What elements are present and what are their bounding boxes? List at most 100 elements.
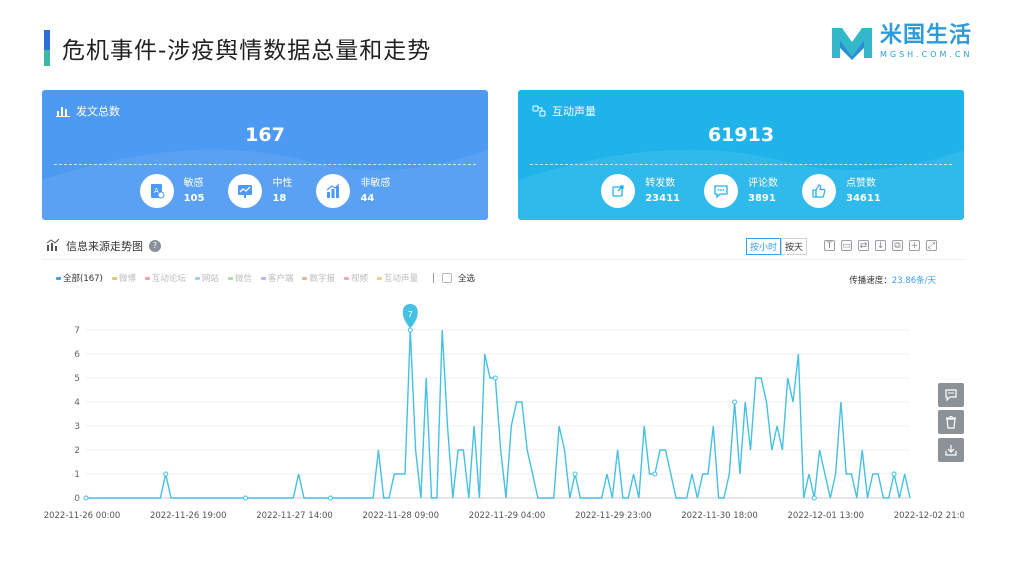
legend-swatch	[302, 276, 308, 280]
text-icon[interactable]: T	[824, 240, 835, 251]
legend-item[interactable]: 客户端	[260, 272, 294, 284]
metric-comments: 评论数 3891	[704, 174, 778, 208]
image-icon[interactable]: ▭	[841, 240, 852, 251]
card-interaction-total-value: 61913	[707, 124, 775, 146]
legend-item[interactable]: 微信	[227, 272, 252, 284]
metric-neutral-value: 18	[272, 193, 287, 204]
page-title: 危机事件-涉疫舆情数据总量和走势	[62, 38, 432, 64]
data-point-marker	[492, 375, 498, 381]
series-line	[86, 329, 911, 499]
data-point-marker	[407, 327, 413, 333]
legend-item[interactable]: 全部(167)	[56, 272, 103, 284]
card-divider	[54, 164, 476, 165]
chart-toolbar: T ▭ ⇄ ↓ ⧉ + ⤢	[818, 240, 937, 251]
legend-label: 微信	[234, 274, 252, 284]
metric-sensitive-label: 敏感	[183, 178, 204, 189]
line-chart-icon	[46, 238, 60, 254]
legend-item[interactable]: 数字报	[302, 272, 335, 284]
peak-label: 7	[408, 310, 413, 319]
metric-neutral-label: 中性	[272, 178, 293, 189]
y-tick-label: 0	[74, 494, 80, 504]
metric-sensitive-value: 105	[183, 193, 205, 204]
granularity-toggle: 按小时 按天	[746, 238, 808, 255]
y-tick-label: 1	[74, 470, 80, 480]
y-tick-label: 2	[74, 446, 80, 456]
title-accent-bar	[44, 30, 50, 66]
x-tick-label: 2022-11-27 14:00	[256, 511, 333, 521]
x-tick-label: 2022-12-01 13:00	[787, 511, 864, 521]
download-icon[interactable]: ↓	[875, 240, 886, 251]
legend-separator	[432, 273, 434, 283]
comment-icon	[704, 174, 738, 208]
legend-swatch	[343, 276, 349, 280]
speed-label: 传播速度：	[849, 276, 892, 286]
legend-swatch	[144, 276, 150, 280]
help-icon[interactable]: ?	[149, 240, 161, 252]
plus-circle-icon[interactable]: +	[909, 240, 920, 251]
metric-non-sensitive-value: 44	[360, 193, 375, 204]
toggle-by-day[interactable]: 按天	[781, 238, 808, 255]
comment-icon[interactable]	[938, 383, 964, 407]
select-all-label: 全选	[457, 274, 475, 284]
data-point-marker	[732, 399, 738, 405]
interaction-icon	[532, 105, 546, 117]
legend-swatch	[111, 276, 117, 280]
data-point-marker	[652, 471, 658, 477]
x-tick-label: 2022-11-26 19:00	[150, 511, 227, 521]
legend-item[interactable]: 微博	[111, 272, 136, 284]
legend-label: 互动论坛	[151, 274, 186, 284]
bar-growth-icon	[316, 174, 351, 208]
y-tick-label: 4	[74, 398, 80, 408]
metric-comments-label: 评论数	[748, 178, 778, 189]
expand-icon[interactable]: ⤢	[926, 240, 937, 251]
data-point-marker	[891, 471, 897, 477]
legend-swatch	[260, 276, 266, 280]
download-icon[interactable]	[938, 438, 964, 462]
bar-chart-icon	[56, 105, 70, 117]
metric-likes-value: 34611	[846, 193, 881, 204]
propagation-speed: 传播速度：23.86条/天	[849, 274, 936, 286]
x-tick-label: 2022-11-26 00:00	[44, 511, 121, 521]
legend-item[interactable]: 互动论坛	[144, 272, 186, 284]
legend-label: 视频	[350, 274, 368, 284]
x-tick-label: 2022-11-28 09:00	[362, 511, 439, 521]
metric-non-sensitive-label: 非敏感	[360, 178, 391, 189]
legend-label: 全部(167)	[63, 274, 103, 284]
logo-subtitle: MGSH.COM.CN	[880, 50, 973, 59]
data-point-marker	[242, 495, 248, 501]
logo-name: 米国生活	[880, 23, 973, 48]
toggle-by-hour[interactable]: 按小时	[746, 238, 782, 255]
x-tick-label: 2022-11-29 23:00	[575, 511, 652, 521]
trash-icon[interactable]	[938, 410, 964, 434]
legend-label: 客户端	[267, 274, 294, 284]
chart-legend: 全部(167) 微博 互动论坛 网站 微信 客户端 数字报 视频 互动声量 全选	[56, 272, 475, 284]
metric-neutral: 中性 18	[228, 174, 292, 208]
card-post-total-value: 167	[245, 124, 285, 146]
data-point-marker	[811, 495, 817, 501]
trend-board-icon	[228, 174, 263, 208]
x-tick-label: 2022-12-02 21:00	[894, 511, 964, 521]
sensitive-doc-icon: A	[139, 174, 174, 208]
card-interaction-volume: 互动声量 61913 转发数 23411 评论数 3891 点赞数 34611	[518, 90, 964, 220]
speed-value: 23.86条/天	[891, 276, 936, 286]
copy-icon[interactable]: ⧉	[892, 240, 903, 251]
metric-sensitive: A 敏感 105	[139, 174, 205, 208]
metric-likes-label: 点赞数	[846, 178, 876, 189]
metric-shares-value: 23411	[645, 193, 680, 204]
trend-line-chart: 0 1 2 3 4 5 6 7 2022-11-26 00:00 2022-11-26 19:00…	[44, 304, 964, 521]
source-trend-panel: 信息来源走势图 ? 按小时 按天 T ▭ ⇄ ↓ ⧉ + ⤢ 全部(167) 微博…	[42, 230, 964, 530]
legend-swatch	[194, 276, 200, 280]
legend-item[interactable]: 互动声量	[376, 272, 418, 284]
panel-title: 信息来源走势图	[66, 240, 143, 253]
y-tick-label: 7	[74, 326, 80, 336]
data-point-marker	[328, 495, 334, 501]
page-title-bar: 危机事件-涉疫舆情数据总量和走势	[44, 30, 431, 66]
legend-swatch	[56, 276, 61, 280]
metric-likes: 点赞数 34611	[802, 174, 881, 208]
legend-item[interactable]: 视频	[343, 272, 368, 284]
card-post-total: 发文总数 167 A 敏感 105 中性 18 非敏感 44	[42, 90, 488, 220]
switch-icon[interactable]: ⇄	[858, 240, 869, 251]
share-icon	[601, 174, 636, 208]
select-all-checkbox[interactable]	[441, 273, 452, 283]
legend-item[interactable]: 网站	[194, 272, 219, 284]
